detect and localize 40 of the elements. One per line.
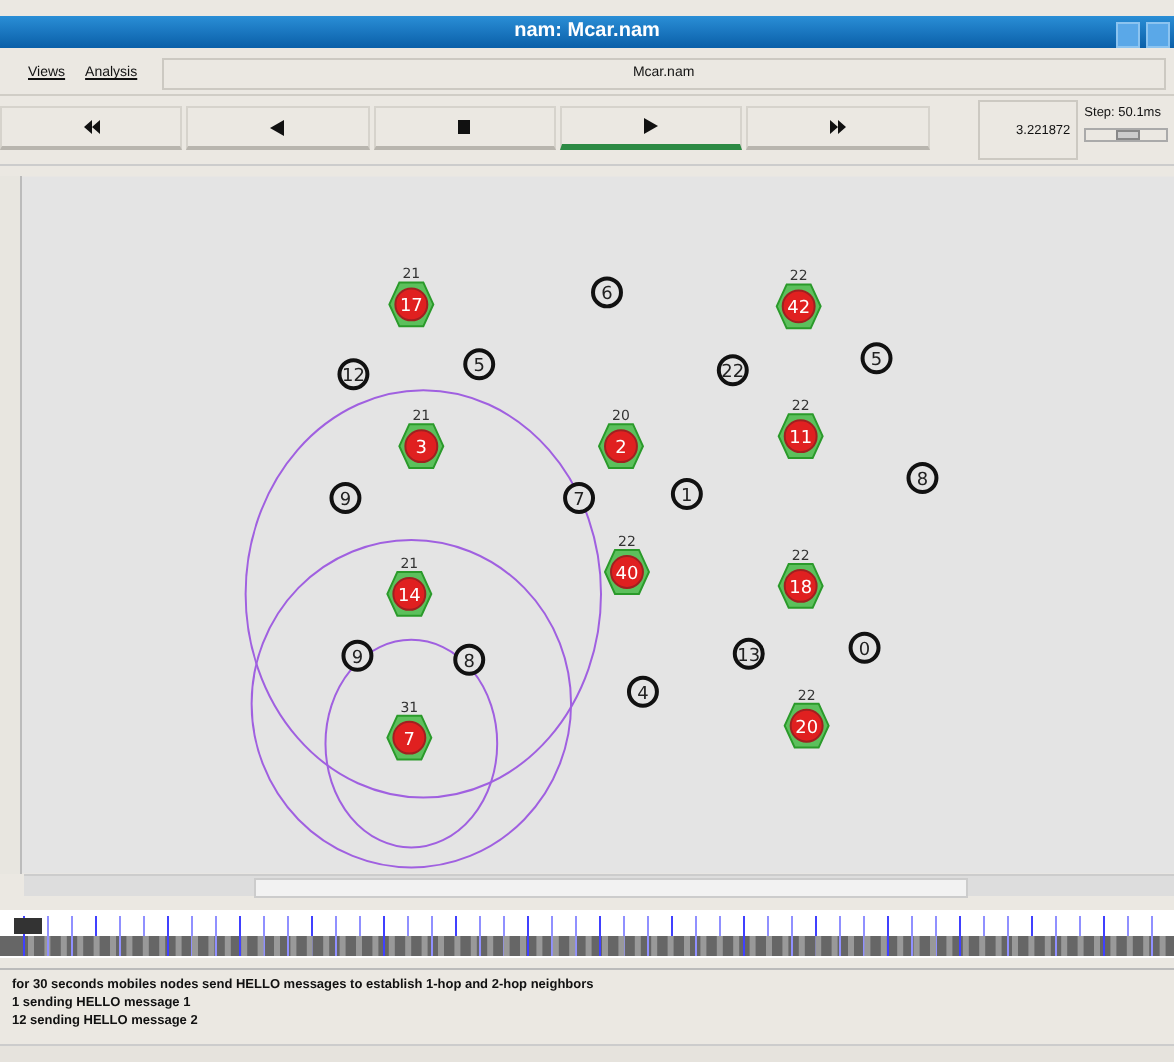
node: 8: [453, 644, 486, 677]
cluster-head-node: 20: [783, 703, 830, 749]
minimize-button[interactable]: [1116, 21, 1140, 48]
node: 4: [626, 676, 659, 708]
node: 5: [860, 342, 893, 375]
step-back-icon: [270, 119, 285, 136]
rewind-button[interactable]: [0, 106, 183, 151]
node: 12: [337, 358, 370, 391]
cluster-head-node: 18: [777, 563, 824, 610]
fast-forward-icon: [827, 120, 848, 135]
node: 5: [463, 348, 496, 381]
play-icon: [644, 118, 659, 135]
cluster-head-node: 11: [777, 413, 824, 460]
node: 13: [732, 638, 765, 671]
node: 9: [341, 640, 374, 673]
cluster-head-node: 40: [603, 549, 650, 596]
stop-icon: [458, 120, 471, 135]
stop-button[interactable]: [373, 106, 556, 151]
node: 1: [670, 478, 703, 511]
maximize-button[interactable]: [1146, 21, 1170, 48]
cluster-head-node: 7: [386, 715, 433, 761]
node: 22: [716, 354, 749, 387]
node: 0: [848, 632, 881, 665]
cluster-head-node: 42: [775, 283, 822, 330]
cluster-head-node: 17: [388, 281, 435, 328]
node: 7: [563, 482, 595, 515]
cluster-head-node: 3: [398, 423, 445, 470]
node: 9: [329, 482, 362, 515]
step-slider[interactable]: [1084, 128, 1168, 143]
node: 6: [591, 276, 623, 309]
timeline-bar[interactable]: [0, 909, 1174, 958]
rewind-icon: [81, 120, 102, 135]
cluster-head-node: 14: [386, 571, 433, 618]
fast-forward-button[interactable]: [746, 106, 930, 151]
horizontal-scrollbar[interactable]: [0, 1044, 1174, 1062]
node: 8: [906, 462, 939, 495]
play-button[interactable]: [559, 106, 743, 151]
window-title: nam: Mcar.nam: [514, 20, 660, 43]
cluster-head-node: 2: [597, 423, 644, 470]
horizontal-scrollbar[interactable]: [24, 874, 1174, 896]
